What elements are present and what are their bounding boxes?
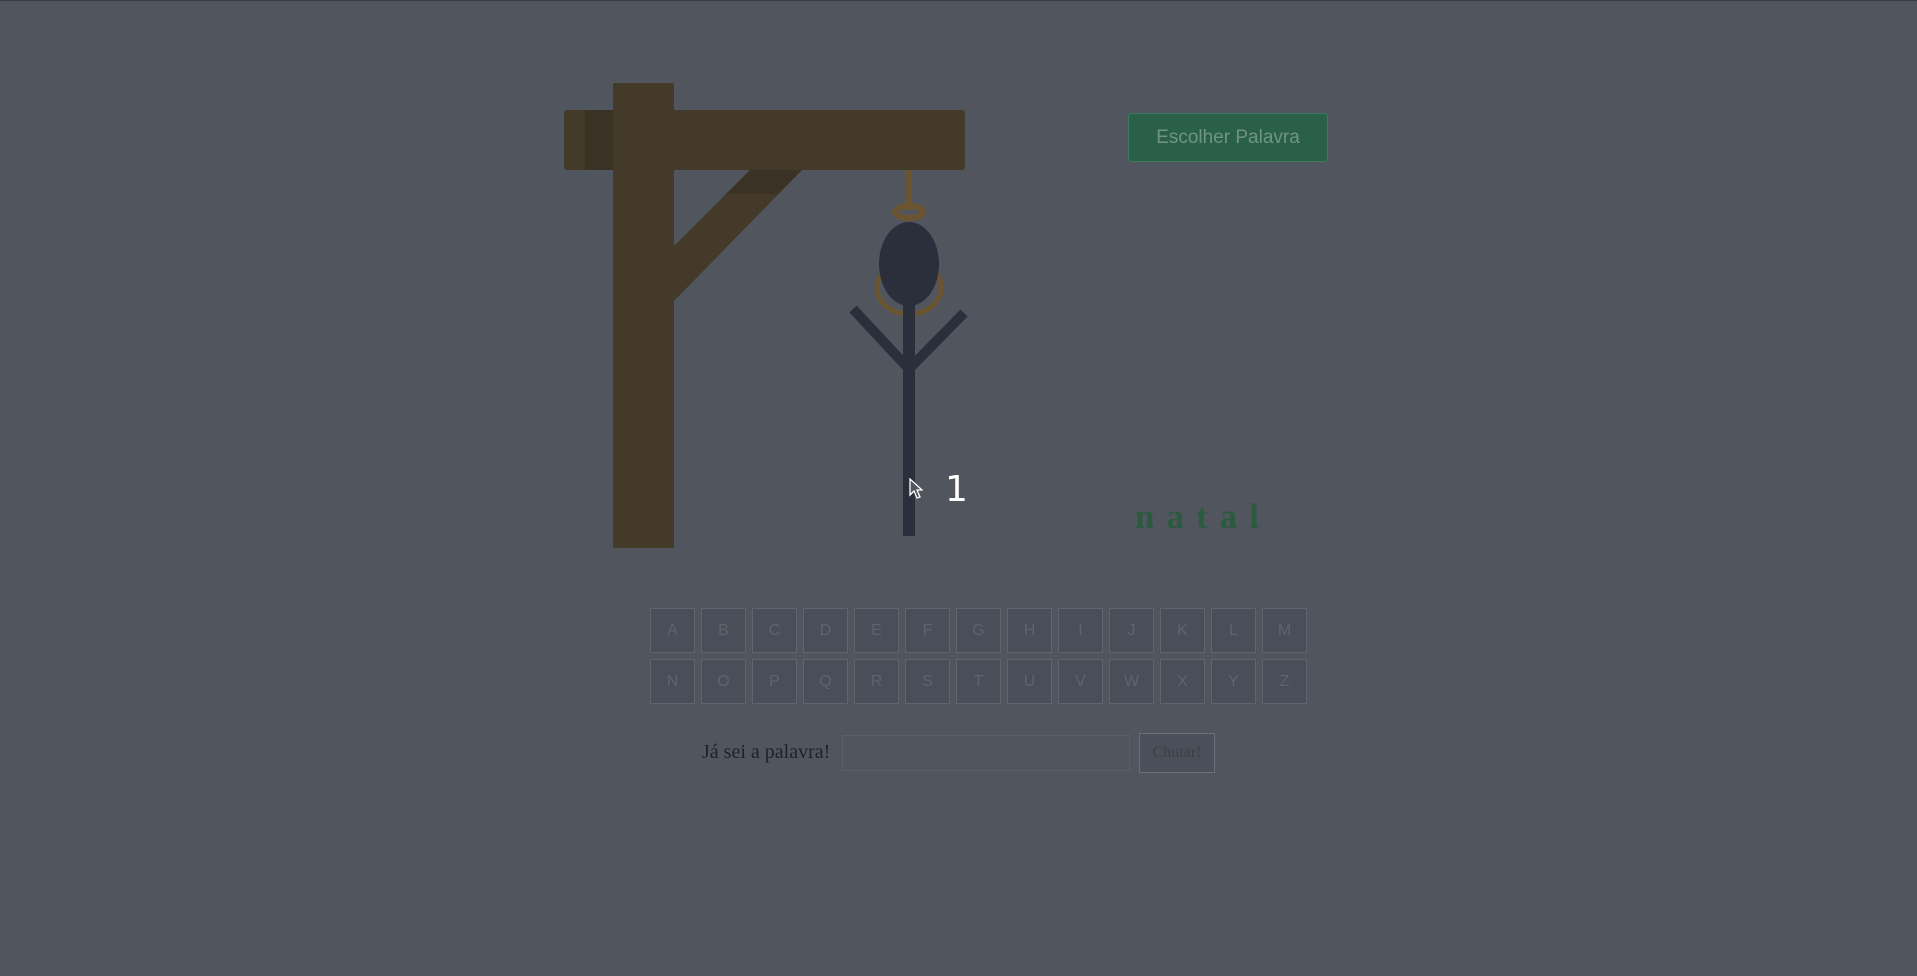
guess-input[interactable]	[842, 735, 1130, 771]
letter-key-x[interactable]: X	[1160, 659, 1205, 704]
letter-key-g[interactable]: G	[956, 608, 1001, 653]
gallows-beam	[564, 110, 965, 170]
letter-key-e[interactable]: E	[854, 608, 899, 653]
letter-key-h[interactable]: H	[1007, 608, 1052, 653]
right-arm	[905, 309, 968, 373]
letter-key-j[interactable]: J	[1109, 608, 1154, 653]
gallows-brace-shadow	[726, 170, 802, 194]
letter-key-r[interactable]: R	[854, 659, 899, 704]
letter-key-t[interactable]: T	[956, 659, 1001, 704]
head	[879, 222, 939, 306]
error-counter: 1	[945, 469, 968, 510]
letter-key-c[interactable]: C	[752, 608, 797, 653]
letter-key-i[interactable]: I	[1058, 608, 1103, 653]
gallows-illustration	[564, 83, 968, 548]
letter-key-l[interactable]: L	[1211, 608, 1256, 653]
choose-word-button[interactable]: Escolher Palavra	[1128, 113, 1328, 162]
guess-label: Já sei a palavra!	[702, 741, 831, 763]
revealed-word: natal	[1135, 497, 1271, 536]
gallows-beam-shadow	[585, 110, 613, 170]
letter-key-o[interactable]: O	[701, 659, 746, 704]
letter-key-n[interactable]: N	[650, 659, 695, 704]
letter-key-y[interactable]: Y	[1211, 659, 1256, 704]
letter-keyboard: ABCDEFGHIJKLM NOPQRSTUVWXYZ	[650, 608, 1310, 704]
letter-key-q[interactable]: Q	[803, 659, 848, 704]
letter-key-p[interactable]: P	[752, 659, 797, 704]
letter-key-z[interactable]: Z	[1262, 659, 1307, 704]
mouse-cursor-icon	[909, 478, 923, 499]
letter-key-m[interactable]: M	[1262, 608, 1307, 653]
letter-key-u[interactable]: U	[1007, 659, 1052, 704]
torso	[903, 301, 915, 536]
letter-key-s[interactable]: S	[905, 659, 950, 704]
left-arm	[849, 305, 913, 373]
rope-knot	[892, 203, 926, 221]
letter-key-w[interactable]: W	[1109, 659, 1154, 704]
guess-submit-button[interactable]: Chutar!	[1139, 733, 1215, 773]
letter-key-b[interactable]: B	[701, 608, 746, 653]
letter-key-f[interactable]: F	[905, 608, 950, 653]
letter-key-v[interactable]: V	[1058, 659, 1103, 704]
letter-key-a[interactable]: A	[650, 608, 695, 653]
letter-key-d[interactable]: D	[803, 608, 848, 653]
letter-key-k[interactable]: K	[1160, 608, 1205, 653]
